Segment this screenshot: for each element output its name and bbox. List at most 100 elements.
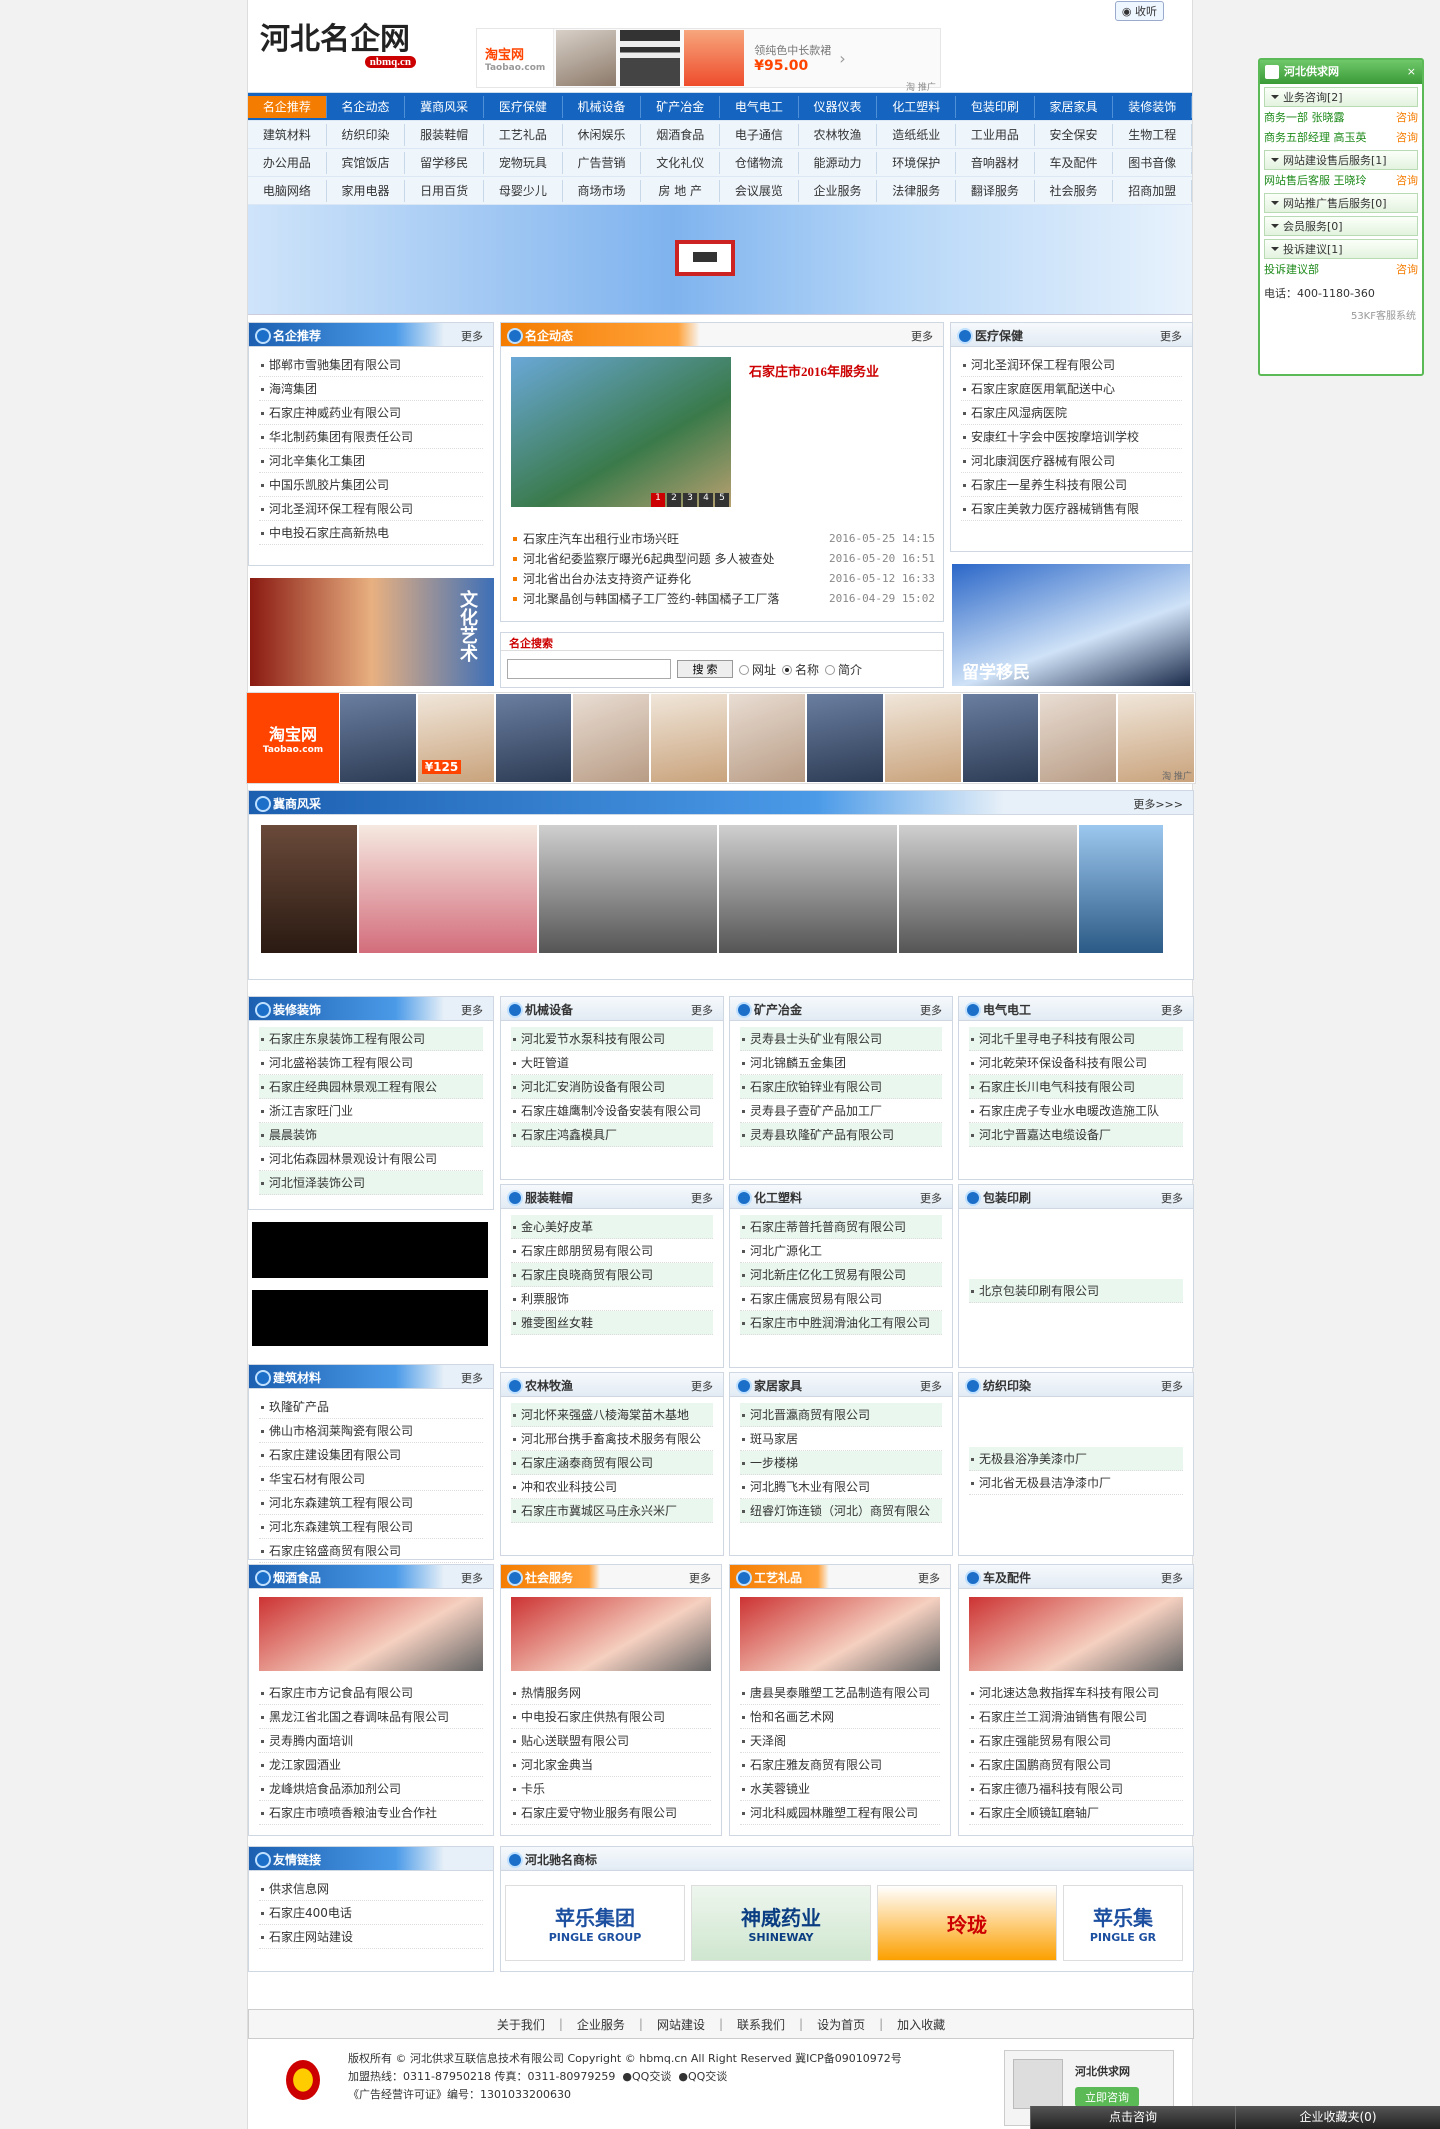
qq-chat-link[interactable]: ●QQ交谈 [622,2070,671,2083]
list-item[interactable]: 河北东森建筑工程有限公司 [259,1515,483,1539]
list-item[interactable]: 晨晨装饰 [259,1123,483,1147]
list-item[interactable]: 无极县浴净美漆巾厂 [969,1447,1183,1471]
list-item[interactable]: 石家庄一星养生科技有限公司 [961,473,1182,497]
list-item[interactable]: 石家庄长川电气科技有限公司 [969,1075,1183,1099]
list-item[interactable]: 中国乐凯胶片集团公司 [259,473,483,497]
list-item[interactable]: 石家庄雄鹰制冷设备安装有限公司 [511,1099,713,1123]
news-item[interactable]: 石家庄汽车出租行业市场兴旺 2016-05-25 14:15 [511,529,935,549]
nav-item[interactable]: 车及配件 [1035,151,1114,174]
nav-item[interactable]: 烟酒食品 [641,123,721,146]
list-item[interactable]: 河北辛集化工集团 [259,449,483,473]
product-image[interactable] [573,694,650,782]
list-item[interactable]: 邯郸市雪驰集团有限公司 [259,353,483,377]
list-item[interactable]: 河北圣润环保工程有限公司 [961,353,1182,377]
product-image[interactable] [806,694,883,782]
list-item[interactable]: 水芙蓉镜业 [740,1777,940,1801]
list-item[interactable]: 河北锦麟五金集团 [740,1051,942,1075]
more-link[interactable]: 更多 [691,1378,713,1394]
more-link[interactable]: 更多 [461,328,483,344]
list-item[interactable]: 河北盛裕装饰工程有限公司 [259,1051,483,1075]
list-item[interactable]: 石家庄风湿病医院 [961,401,1182,425]
slide-dot[interactable]: 1 [651,493,665,507]
section-image[interactable] [259,1597,483,1671]
nav-item[interactable]: 仓储物流 [720,151,799,174]
police-badge-icon[interactable] [286,2060,320,2100]
slide-dot[interactable]: 2 [667,493,681,507]
taobao-product-strip[interactable]: 淘宝网 Taobao.com ¥125 淘 推广 [246,692,1196,784]
list-item[interactable]: 河北汇安消防设备有限公司 [511,1075,713,1099]
list-item[interactable]: 石家庄强能贸易有限公司 [969,1729,1183,1753]
list-item[interactable]: 石家庄东泉装饰工程有限公司 [259,1027,483,1051]
nav-item[interactable]: 文化礼仪 [641,151,721,174]
list-item[interactable]: 石家庄蒂普托普商贸有限公司 [740,1215,942,1239]
list-item[interactable]: 河北圣润环保工程有限公司 [259,497,483,521]
nav-item[interactable]: 建筑材料 [248,123,327,146]
ad-product-image[interactable] [620,30,681,86]
kf-agent-row[interactable]: 网站售后客服 王晓玲 咨询 [1260,170,1422,190]
list-item[interactable]: 河北佑森园林景观设计有限公司 [259,1147,483,1171]
list-item[interactable]: 石家庄建设集团有限公司 [259,1443,483,1467]
nav-item[interactable]: 环境保护 [877,151,957,174]
kf-agent-row[interactable]: 商务一部 张晓露 咨询 [1260,107,1422,127]
footer-link[interactable]: 加入收藏 [897,2016,945,2033]
chevron-right-icon[interactable]: › [839,49,845,68]
brand-logo[interactable]: 苹乐集团 PINGLE GROUP [505,1885,685,1961]
list-item[interactable]: 石家庄儒宸贸易有限公司 [740,1287,942,1311]
list-item[interactable]: 河北千里寻电子科技有限公司 [969,1027,1183,1051]
product-image[interactable] [495,694,572,782]
more-link[interactable]: 更多 [1161,1570,1183,1586]
nav-item[interactable]: 机械设备 [563,95,642,118]
kf-brand[interactable]: 53KF客服系统 [1260,303,1422,326]
nav-item[interactable]: 招商加盟 [1113,179,1193,202]
list-item[interactable]: 怡和名画艺术网 [740,1705,940,1729]
list-item[interactable]: 河北宁晋嘉达电缆设备厂 [969,1123,1183,1147]
footer-link[interactable]: 企业服务 [577,2016,625,2033]
list-item[interactable]: 纽睿灯饰连锁（河北）商贸有限公 [740,1499,942,1523]
nav-item[interactable]: 广告营销 [563,151,642,174]
more-link[interactable]: 更多 [918,1570,940,1586]
entrepreneur-photo[interactable] [1079,825,1163,953]
kf-agent-row[interactable]: 商务五部经理 高玉英 咨询 [1260,127,1422,147]
list-item[interactable]: 河北东森建筑工程有限公司 [259,1491,483,1515]
nav-item[interactable]: 农林牧渔 [799,123,878,146]
list-item[interactable]: 石家庄家庭医用氧配送中心 [961,377,1182,401]
more-link[interactable]: 更多 [461,1370,483,1386]
kf-group[interactable]: 网站推广售后服务[0] [1264,193,1418,213]
nav-item[interactable]: 名企推荐 [248,95,327,118]
list-item[interactable]: 卡乐 [511,1777,711,1801]
nav-item[interactable]: 能源动力 [799,151,878,174]
list-item[interactable]: 灵寿县玖隆矿产品有限公司 [740,1123,942,1147]
more-link[interactable]: 更多 [911,328,933,344]
more-link[interactable]: 更多 [920,1002,942,1018]
footer-link[interactable]: 网站建设 [657,2016,705,2033]
list-item[interactable]: 石家庄德乃福科技有限公司 [969,1777,1183,1801]
news-headline[interactable]: 石家庄市2016年服务业 [749,361,879,380]
list-item[interactable]: 石家庄市方记食品有限公司 [259,1681,483,1705]
product-image[interactable] [1040,694,1117,782]
nav-item[interactable]: 仪器仪表 [799,95,878,118]
list-item[interactable]: 黑龙江省北国之春调味品有限公司 [259,1705,483,1729]
list-item[interactable]: 石家庄经典园林景观工程有限公 [259,1075,483,1099]
list-item[interactable]: 唐县昊泰雕塑工艺品制造有限公司 [740,1681,940,1705]
study-abroad-ad[interactable]: 留学移民 [952,564,1190,686]
news-item[interactable]: 河北省出台办法支持资产证券化 2016-05-12 16:33 [511,569,935,589]
close-icon[interactable]: × [1407,60,1416,84]
list-item[interactable]: 灵寿县子壹矿产品加工厂 [740,1099,942,1123]
list-item[interactable]: 斑马家居 [740,1427,942,1451]
brand-logo[interactable]: 神威药业 SHINEWAY [691,1885,871,1961]
list-item[interactable]: 佛山市格润莱陶瓷有限公司 [259,1419,483,1443]
list-item[interactable]: 石家庄市中胜润滑油化工有限公司 [740,1311,942,1335]
list-item[interactable]: 石家庄兰工润滑油销售有限公司 [969,1705,1183,1729]
nav-item[interactable]: 房 地 产 [641,179,721,202]
list-item[interactable]: 石家庄涵泰商贸有限公司 [511,1451,713,1475]
list-item[interactable]: 北京包装印刷有限公司 [969,1279,1183,1303]
listen-button[interactable]: ◉ 收听 [1114,1,1164,21]
search-input[interactable] [507,659,671,679]
nav-item[interactable]: 会议展览 [720,179,799,202]
list-item[interactable]: 龙峰烘焙食品添加剂公司 [259,1777,483,1801]
footer-link[interactable]: 设为首页 [817,2016,865,2033]
nav-item[interactable]: 宠物玩具 [484,151,563,174]
qq-chat-link[interactable]: ●QQ交谈 [678,2070,727,2083]
more-link[interactable]: 更多 [1161,1002,1183,1018]
list-item[interactable]: 华北制药集团有限责任公司 [259,425,483,449]
